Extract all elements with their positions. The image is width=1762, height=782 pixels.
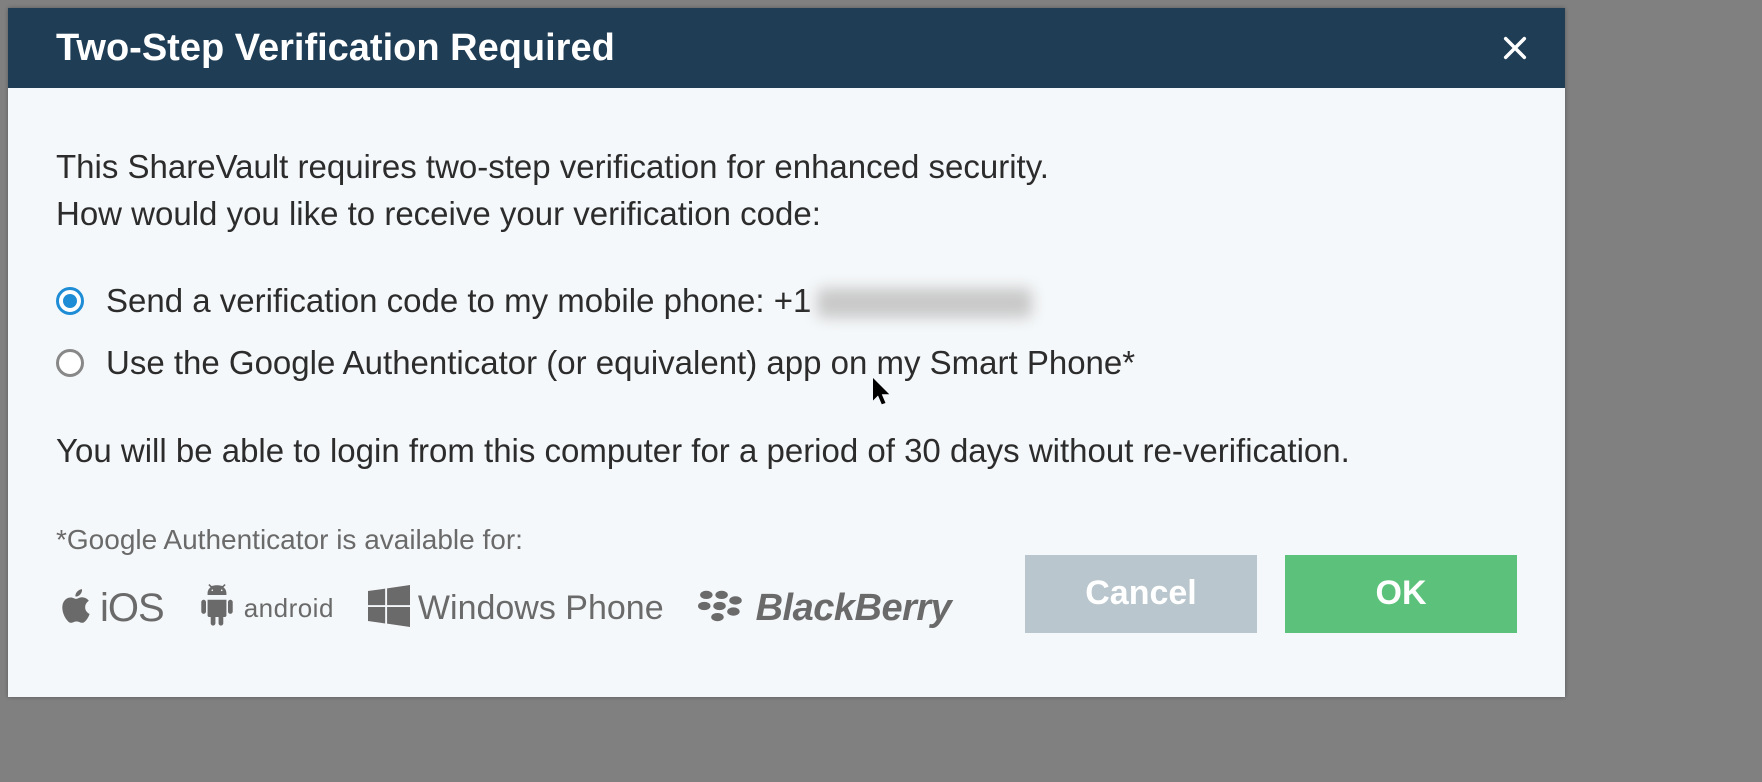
dialog-body: This ShareVault requires two-step verifi… bbox=[8, 88, 1565, 653]
intro-text: This ShareVault requires two-step verifi… bbox=[56, 144, 1517, 238]
platform-blackberry-label: BlackBerry bbox=[756, 587, 952, 630]
phone-number-redacted bbox=[817, 288, 1032, 318]
dialog-title: Two-Step Verification Required bbox=[56, 27, 615, 70]
windows-icon bbox=[368, 585, 410, 632]
platforms-block: *Google Authenticator is available for: … bbox=[56, 524, 1005, 633]
cancel-button[interactable]: Cancel bbox=[1025, 555, 1257, 633]
platform-android: android bbox=[198, 584, 334, 633]
option-sms[interactable]: Send a verification code to my mobile ph… bbox=[56, 282, 1517, 320]
ok-button[interactable]: OK bbox=[1285, 555, 1517, 633]
option-sms-label: Send a verification code to my mobile ph… bbox=[106, 282, 1032, 320]
dialog-footer: *Google Authenticator is available for: … bbox=[56, 524, 1517, 633]
platforms-list: iOS android bbox=[56, 584, 1005, 633]
intro-line-2: How would you like to receive your verif… bbox=[56, 191, 1517, 238]
dialog-buttons: Cancel OK bbox=[1025, 555, 1517, 633]
option-authenticator[interactable]: Use the Google Authenticator (or equival… bbox=[56, 344, 1517, 382]
apple-icon bbox=[56, 585, 92, 632]
dialog-header: Two-Step Verification Required bbox=[8, 8, 1565, 88]
platform-ios: iOS bbox=[56, 585, 164, 632]
retention-text: You will be able to login from this comp… bbox=[56, 432, 1517, 470]
android-icon bbox=[198, 584, 236, 633]
platform-blackberry: BlackBerry bbox=[698, 587, 952, 630]
sms-label-prefix: Send a verification code to my mobile ph… bbox=[106, 282, 774, 319]
close-icon[interactable] bbox=[1493, 26, 1537, 70]
authenticator-footnote: *Google Authenticator is available for: bbox=[56, 524, 1005, 556]
radio-sms[interactable] bbox=[56, 287, 84, 315]
platform-ios-label: iOS bbox=[100, 586, 164, 631]
platform-windows-phone-label: Windows Phone bbox=[418, 589, 664, 628]
verification-options: Send a verification code to my mobile ph… bbox=[56, 282, 1517, 382]
platform-android-label: android bbox=[244, 593, 334, 624]
two-step-verification-dialog: Two-Step Verification Required This Shar… bbox=[8, 8, 1565, 697]
option-authenticator-label: Use the Google Authenticator (or equival… bbox=[106, 344, 1135, 382]
intro-line-1: This ShareVault requires two-step verifi… bbox=[56, 144, 1517, 191]
phone-prefix: +1 bbox=[774, 282, 812, 319]
blackberry-icon bbox=[698, 589, 748, 628]
platform-windows-phone: Windows Phone bbox=[368, 585, 664, 632]
radio-authenticator[interactable] bbox=[56, 349, 84, 377]
